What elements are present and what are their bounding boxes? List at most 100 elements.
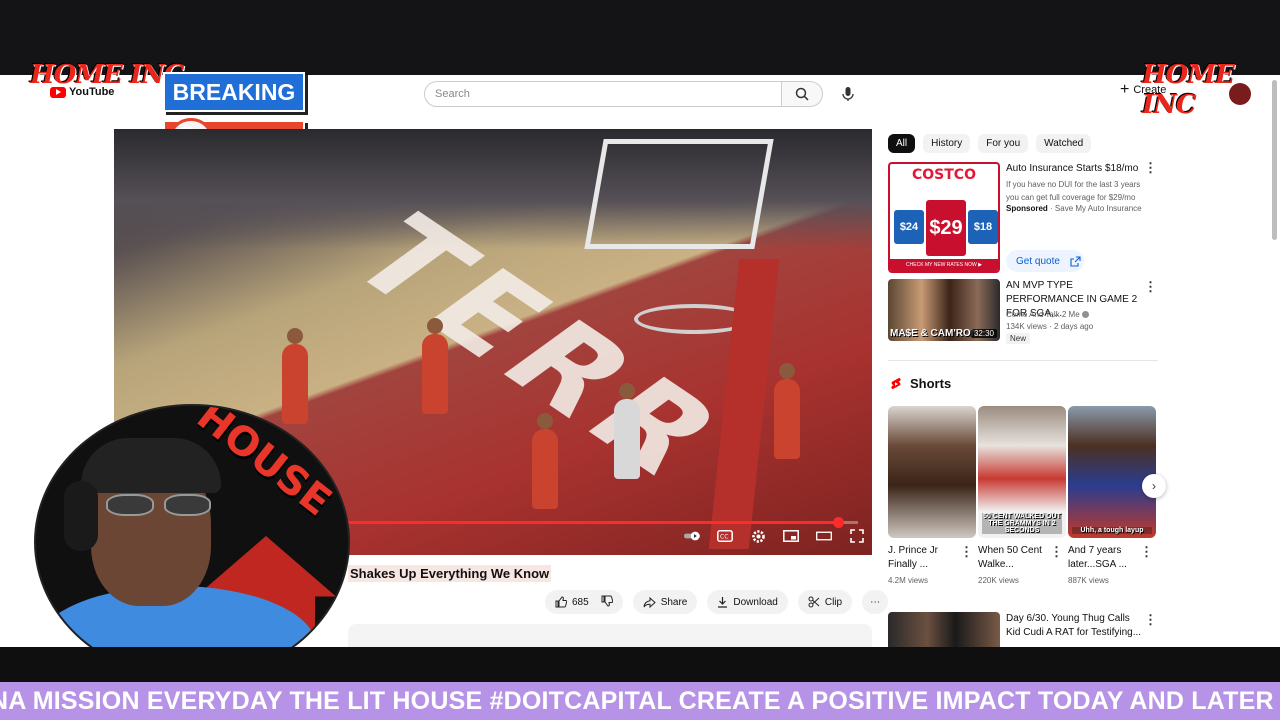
- news-ticker: NA MISSION EVERYDAY THE LIT HOUSE #DOITC…: [0, 682, 1280, 720]
- video-actions: 685 Share Download Clip ⋯: [545, 590, 889, 614]
- shorts-header: Shorts: [890, 376, 951, 391]
- search-input[interactable]: Search: [424, 81, 782, 107]
- ad-price-main: $29: [926, 200, 966, 256]
- chevron-right-icon: ›: [1152, 479, 1156, 493]
- chip-for-you[interactable]: For you: [978, 134, 1029, 153]
- share-label: Share: [660, 596, 688, 608]
- streamer-glasses: [106, 494, 211, 516]
- short-title[interactable]: And 7 years later...SGA ...: [1068, 544, 1142, 572]
- download-label: Download: [733, 596, 778, 608]
- get-quote-label: Get quote: [1016, 255, 1060, 267]
- chip-history[interactable]: History: [923, 134, 971, 153]
- video-duration: 32:30: [970, 329, 997, 338]
- brand-logo-right: HOME INC: [1142, 60, 1235, 120]
- chip-watched[interactable]: Watched: [1036, 134, 1092, 153]
- clip-button[interactable]: Clip: [797, 590, 853, 614]
- short-menu-button[interactable]: ⋮: [1050, 544, 1063, 560]
- backboard: [584, 139, 774, 249]
- stream-bottom-border: [0, 647, 1280, 682]
- short-thumbnail[interactable]: [888, 406, 976, 538]
- ad-title[interactable]: Auto Insurance Starts $18/mo: [1006, 162, 1141, 176]
- captions-button[interactable]: CC: [717, 529, 733, 543]
- plus-icon: +: [1120, 81, 1130, 98]
- shorts-label: Shorts: [910, 376, 952, 391]
- shorts-next-button[interactable]: ›: [1142, 474, 1166, 498]
- advertiser-name: · Save My Auto Insurance: [1050, 204, 1142, 213]
- basketball-player: [422, 318, 448, 414]
- share-button[interactable]: Share: [632, 590, 698, 614]
- share-icon: [643, 596, 656, 608]
- miniplayer-icon: [783, 530, 799, 542]
- thumbnail-caption: MA$E & CAM'RON: [890, 328, 978, 339]
- ticker-text: NA MISSION EVERYDAY THE LIT HOUSE #DOITC…: [0, 687, 1274, 715]
- fullscreen-button[interactable]: [849, 529, 865, 543]
- download-icon: [718, 597, 728, 608]
- thumbs-down-icon: [601, 595, 613, 607]
- autoplay-toggle[interactable]: [684, 529, 700, 543]
- webcam-overlay: HOUSE: [34, 404, 350, 680]
- microphone-icon: [842, 87, 854, 101]
- basketball-player: [774, 363, 800, 459]
- short-menu-button[interactable]: ⋮: [960, 544, 973, 560]
- breaking-banner: BREAKING: [163, 72, 305, 112]
- short-menu-button[interactable]: ⋮: [1140, 544, 1153, 560]
- shorts-icon: [891, 377, 901, 389]
- progress-bar[interactable]: [348, 517, 858, 528]
- streamer-cap: [81, 438, 221, 493]
- progress-scrubber[interactable]: [832, 517, 844, 528]
- search-button[interactable]: [781, 81, 823, 107]
- miniplayer-button[interactable]: [783, 529, 799, 543]
- chip-all[interactable]: All: [888, 134, 916, 153]
- clip-label: Clip: [824, 596, 843, 608]
- dislike-button[interactable]: [601, 595, 613, 610]
- short-title[interactable]: J. Prince Jr Finally ...: [888, 544, 962, 572]
- progress-fill: [348, 521, 838, 524]
- ad-banner: CHECK MY NEW RATES NOW ▶: [890, 259, 998, 271]
- short-caption: Uhh, a tough layup: [1072, 527, 1152, 534]
- description-box[interactable]: [348, 624, 872, 647]
- page-scrollbar[interactable]: [1272, 80, 1277, 240]
- basketball-player: [282, 328, 308, 424]
- basketball-player: [532, 413, 558, 509]
- ad-price-left: $24: [894, 210, 924, 244]
- get-quote-button[interactable]: Get quote: [1006, 250, 1084, 272]
- more-actions-button[interactable]: ⋯: [862, 590, 889, 614]
- rec-video-menu-button[interactable]: ⋮: [1144, 279, 1157, 295]
- new-badge: New: [1006, 333, 1031, 344]
- ad-brand-logo: COSTCO: [910, 166, 978, 184]
- short-views: 220K views: [978, 576, 1019, 585]
- like-count: 685: [572, 596, 589, 608]
- short-views: 887K views: [1068, 576, 1109, 585]
- ad-sponsor-line: Sponsored · Save My Auto Insurance: [1006, 202, 1151, 215]
- channel-name: Come And Talk 2 Me: [1006, 310, 1080, 319]
- ad-menu-button[interactable]: ⋮: [1144, 160, 1157, 176]
- rec-video-meta: 134K views · 2 days ago: [1006, 322, 1094, 331]
- ad-thumbnail[interactable]: COSTCO $24 $29 $18 CHECK MY NEW RATES NO…: [888, 162, 1000, 273]
- player-controls: CC: [684, 529, 865, 543]
- verified-icon: [1081, 311, 1089, 319]
- short-title[interactable]: When 50 Cent Walke...: [978, 544, 1052, 572]
- ad-description: If you have no DUI for the last 3 years …: [1006, 180, 1141, 202]
- rec-video-title[interactable]: Day 6/30. Young Thug Calls Kid Cudi A RA…: [1006, 612, 1142, 640]
- like-dislike-group: 685: [545, 590, 623, 614]
- theater-mode-button[interactable]: [816, 529, 832, 543]
- short-views: 4.2M views: [888, 576, 929, 585]
- ad-price-right: $18: [968, 210, 998, 244]
- rec-video-thumbnail[interactable]: MA$E & CAM'RON 32:30: [888, 279, 1000, 341]
- like-button[interactable]: 685: [555, 596, 589, 608]
- rec-video-menu-button[interactable]: ⋮: [1144, 612, 1157, 628]
- video-title: Shakes Up Everything We Know: [348, 565, 552, 582]
- stream-top-border: [0, 0, 1280, 75]
- gear-icon: [751, 529, 765, 543]
- rec-video-thumbnail[interactable]: [888, 612, 1000, 647]
- section-divider: [888, 360, 1158, 361]
- screen: YouTube Search + Create HOME INC HOME IN…: [0, 0, 1280, 720]
- download-button[interactable]: Download: [707, 590, 788, 614]
- settings-button[interactable]: [750, 529, 766, 543]
- sponsored-label: Sponsored: [1006, 204, 1048, 213]
- short-thumbnail[interactable]: 50 CENT WALKED OUT THE GRAMMYS IN 2 SECO…: [978, 406, 1066, 538]
- theater-icon: [816, 531, 832, 541]
- voice-search-button[interactable]: [836, 82, 860, 106]
- short-thumbnail[interactable]: Uhh, a tough layup: [1068, 406, 1156, 538]
- scissors-icon: [808, 596, 820, 608]
